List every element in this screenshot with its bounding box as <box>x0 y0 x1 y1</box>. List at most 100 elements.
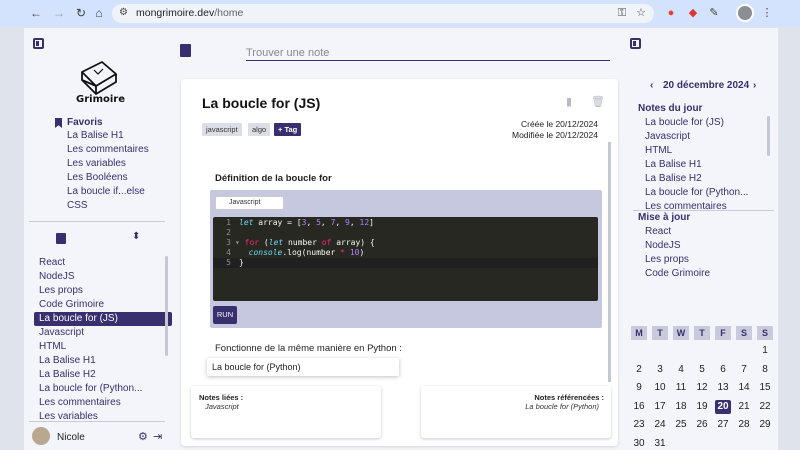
list-item[interactable]: Les commentaires <box>34 396 172 410</box>
calendar-day[interactable]: 24 <box>652 418 668 432</box>
list-item[interactable]: La boucle for (Python... <box>34 382 172 396</box>
linked-note[interactable]: Javascript <box>205 402 239 411</box>
calendar-day[interactable]: 23 <box>631 418 647 432</box>
reload-icon[interactable]: ↻ <box>74 6 88 20</box>
current-date: 20 décembre 2024 <box>663 80 750 91</box>
calendar-day[interactable]: 11 <box>673 381 689 395</box>
code-editor[interactable]: 1 let array = [3, 5, 7, 9, 12] 2 3 ▾ for… <box>213 217 598 301</box>
calendar-day[interactable]: 17 <box>652 400 668 414</box>
forward-icon[interactable]: → <box>52 6 66 20</box>
calendar-day[interactable]: 3 <box>652 363 668 377</box>
list-item[interactable]: Les props <box>34 284 172 298</box>
calendar-day[interactable]: 28 <box>736 418 752 432</box>
list-item[interactable]: React <box>645 225 710 239</box>
list-item[interactable]: Javascript <box>34 326 172 340</box>
calendar-day[interactable]: 19 <box>694 400 710 414</box>
list-item[interactable]: Code Grimoire <box>34 298 172 312</box>
calendar-day[interactable]: 8 <box>757 363 773 377</box>
calendar-day[interactable]: 29 <box>757 418 773 432</box>
extension-icon[interactable]: ✎ <box>707 6 721 20</box>
tag[interactable]: algo <box>248 123 271 136</box>
list-item[interactable]: La Balise H1 <box>34 354 172 368</box>
calendar-day[interactable]: 13 <box>715 381 731 395</box>
profile-avatar[interactable] <box>736 4 754 22</box>
favorite-item[interactable]: La boucle if...else <box>67 185 149 199</box>
calendar-day[interactable]: 21 <box>736 400 752 414</box>
list-item[interactable]: La boucle for (Python... <box>645 186 748 200</box>
list-item-active[interactable]: La boucle for (JS) <box>34 312 172 326</box>
run-button[interactable]: RUN <box>213 306 237 324</box>
calendar-day[interactable]: 18 <box>673 400 689 414</box>
list-item[interactable]: React <box>34 256 172 270</box>
favorite-item[interactable]: Les Booléens <box>67 171 149 185</box>
calendar-day[interactable]: 2 <box>631 363 647 377</box>
calendar-day[interactable]: 1 <box>757 344 773 358</box>
search-input[interactable] <box>246 45 610 61</box>
card-scrollbar[interactable] <box>608 142 611 382</box>
list-item[interactable]: Javascript <box>645 130 748 144</box>
list-item[interactable]: HTML <box>34 340 172 354</box>
user-avatar[interactable] <box>32 427 50 445</box>
list-item[interactable]: NodeJS <box>34 270 172 284</box>
list-item[interactable]: La boucle for (JS) <box>645 116 748 130</box>
list-item[interactable]: La Balise H2 <box>34 368 172 382</box>
trash-icon[interactable]: 🗑 <box>591 95 605 108</box>
favorite-item[interactable]: La Balise H1 <box>67 129 149 143</box>
link-suggestion[interactable]: La boucle for (Python) <box>207 358 399 376</box>
bookmark-icon[interactable]: ▮ <box>566 95 572 108</box>
extension-icon[interactable]: ◆ <box>686 6 700 20</box>
new-note-icon[interactable] <box>180 44 191 57</box>
calendar-day[interactable]: 6 <box>715 363 731 377</box>
linked-notes-panel: Notes liées : Javascript <box>191 386 381 438</box>
calendar-day[interactable]: 25 <box>673 418 689 432</box>
day-notes-scrollbar[interactable] <box>767 116 770 156</box>
calendar-day[interactable]: 22 <box>757 400 773 414</box>
menu-icon[interactable]: ⋮ <box>760 6 774 20</box>
calendar-day[interactable]: 7 <box>736 363 752 377</box>
notes-scrollbar[interactable] <box>165 256 168 356</box>
calendar-day[interactable]: 9 <box>631 381 647 395</box>
calendar-day[interactable]: 10 <box>652 381 668 395</box>
address-bar[interactable]: ⚙ mongrimoire.dev/home ⚿ ☆ <box>112 4 654 23</box>
calendar-day[interactable]: 31 <box>652 437 668 450</box>
next-day-icon[interactable]: › <box>753 80 756 91</box>
calendar-day[interactable]: 5 <box>694 363 710 377</box>
calendar-day[interactable]: 14 <box>736 381 752 395</box>
list-item[interactable]: La Balise H1 <box>645 158 748 172</box>
note-title[interactable]: La boucle for (JS) <box>202 95 320 111</box>
star-icon[interactable]: ☆ <box>634 6 648 20</box>
panel-toggle-icon[interactable] <box>630 38 641 49</box>
extension-icon[interactable]: ● <box>664 6 678 20</box>
calendar-day[interactable]: 26 <box>694 418 710 432</box>
calendar-day[interactable]: 15 <box>757 381 773 395</box>
calendar-day[interactable]: 4 <box>673 363 689 377</box>
favorite-item[interactable]: CSS <box>67 199 149 213</box>
calendar-day[interactable]: 30 <box>631 437 647 450</box>
calendar-day[interactable]: 16 <box>631 400 647 414</box>
tag[interactable]: javascript <box>202 123 242 136</box>
home-icon[interactable]: ⌂ <box>92 6 106 20</box>
favorite-item[interactable]: Les variables <box>67 157 149 171</box>
calendar-day[interactable]: 12 <box>694 381 710 395</box>
add-tag-button[interactable]: + Tag <box>274 123 302 136</box>
site-info-icon[interactable]: ⚙ <box>119 7 128 18</box>
calendar-day[interactable]: 27 <box>715 418 731 432</box>
logout-icon[interactable]: ⇥ <box>153 430 162 443</box>
list-item[interactable]: HTML <box>645 144 748 158</box>
sort-icon[interactable]: ⬍ <box>132 231 140 242</box>
prev-day-icon[interactable]: ‹ <box>650 80 653 91</box>
settings-icon[interactable]: ⚙ <box>138 430 148 443</box>
list-item[interactable]: Code Grimoire <box>645 267 710 281</box>
list-item[interactable]: Les props <box>645 253 710 267</box>
key-icon[interactable]: ⚿ <box>615 6 629 20</box>
list-item[interactable]: La Balise H2 <box>645 172 748 186</box>
calendar-day-today[interactable]: 20 <box>715 399 731 414</box>
list-item[interactable]: NodeJS <box>645 239 710 253</box>
favorite-item[interactable]: Les commentaires <box>67 143 149 157</box>
back-icon[interactable]: ← <box>29 6 43 20</box>
sidebar-toggle-icon[interactable] <box>33 38 44 49</box>
new-note-icon[interactable] <box>56 233 66 244</box>
referenced-note[interactable]: La boucle for (Python) <box>525 402 599 411</box>
language-select[interactable]: Javascript <box>215 196 284 210</box>
list-item[interactable]: Les commentaires <box>645 200 748 209</box>
